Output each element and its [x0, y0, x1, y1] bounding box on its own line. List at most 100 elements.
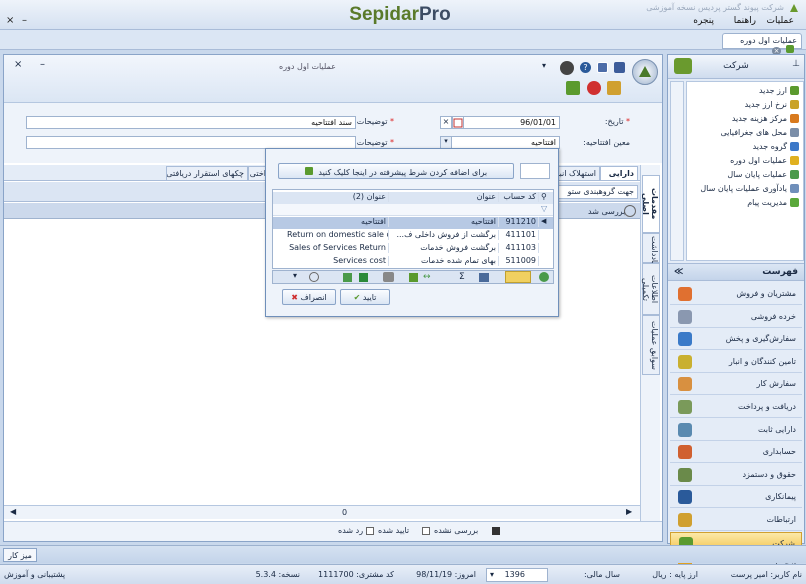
menu-operations[interactable]: عملیات [767, 16, 794, 26]
nav-item-label: سفارش‌گیری و پخش [725, 334, 796, 344]
doc-tab-opening-ops[interactable]: عملیات اول دوره × [722, 33, 802, 55]
tree-item[interactable]: یادآوری عملیات پایان سال [700, 182, 799, 195]
company-icon [674, 58, 692, 74]
tree-scrollbar[interactable] [670, 81, 684, 261]
export-icon[interactable] [343, 273, 352, 282]
nav-item-label: دریافت و پرداخت [738, 402, 796, 411]
layout-icon[interactable] [409, 273, 418, 282]
columns-icon[interactable] [479, 273, 489, 282]
nav-item[interactable]: حقوق و دستمزد [670, 464, 802, 486]
tab-assets[interactable]: دارایی [600, 166, 638, 181]
col-account-code[interactable]: کد حساب [501, 192, 539, 202]
nav-item[interactable]: خرده فروشی [670, 306, 802, 328]
menu-window[interactable]: پنجره [693, 16, 714, 26]
ok-button[interactable]: تایید ✔ [340, 289, 390, 305]
index-bar[interactable]: فهرست ≫ [668, 263, 804, 281]
tree-item[interactable]: مرکز هزینه جدید [732, 112, 799, 125]
close-app-icon[interactable]: × [6, 15, 14, 26]
nav-item[interactable]: دریافت و پرداخت [670, 396, 802, 418]
delete-icon[interactable] [587, 81, 601, 95]
confirm-icon[interactable] [566, 81, 580, 95]
side-tab-extra-info[interactable]: اطلاعات تکمیلی [641, 263, 660, 315]
nav-item[interactable]: حسابداری [670, 441, 802, 464]
lookup-row[interactable]: 511009 بهای تمام شده خدمات Services cost [273, 256, 553, 268]
fiscal-dropdown-icon: ▾ [490, 570, 495, 579]
nav-item[interactable]: دارایی ثابت [670, 419, 802, 441]
lookup-search-field[interactable] [520, 163, 550, 179]
lookup-row[interactable]: 411101 برگشت از فروش داخلی ف... Return o… [273, 230, 553, 242]
save-as-icon[interactable] [597, 62, 608, 73]
new-icon[interactable] [607, 81, 621, 95]
menu-help[interactable]: راهنما [734, 16, 756, 26]
app-title: شرکت پیوند گستر پردیس نسخه آموزشی [646, 3, 784, 12]
tree-item[interactable]: عملیات پایان سال [727, 168, 799, 181]
nav-item[interactable]: سفارش‌گیری و پخش [670, 328, 802, 351]
row-title: برگشت از فروش داخلی ف... [391, 230, 499, 240]
col-title[interactable]: عنوان [391, 192, 499, 202]
footer-scroll-left-icon[interactable]: ◀ [10, 507, 16, 516]
rejected-checkbox[interactable] [366, 527, 374, 535]
grid-search-icon[interactable] [624, 205, 636, 217]
pin-icon[interactable]: ⊥ [792, 59, 800, 69]
close-doc-icon[interactable]: × [14, 59, 22, 70]
tree-item[interactable]: نرخ ارز جدید [745, 98, 799, 111]
nav-item-label: سفارش کار [756, 379, 796, 389]
col-title2[interactable]: عنوان (2) [285, 192, 389, 202]
side-tab-history[interactable]: سوابق عملیات [642, 315, 660, 375]
excel-icon[interactable] [359, 273, 368, 282]
advanced-filter-button[interactable]: برای اضافه کردن شرط پیشرفته در اینجا کلی… [278, 163, 514, 179]
nav-item[interactable]: مشتریان و فروش [670, 283, 802, 305]
nav-item[interactable]: تامین کنندگان و انبار [670, 351, 802, 373]
fiscal-year-value: 1396 [504, 570, 525, 579]
calendar-icon[interactable] [452, 116, 464, 129]
lookup-filter-row[interactable]: ▽ [273, 204, 553, 216]
arrows-icon[interactable]: ↔ [423, 272, 431, 282]
side-tab-notes[interactable]: یادداشت [642, 233, 660, 265]
sum-icon[interactable]: Σ [459, 272, 465, 282]
tree-item[interactable]: مدیریت پیام [747, 196, 799, 209]
side-tab-main[interactable]: مقدمات اصلی [641, 175, 660, 233]
nav-item[interactable]: پیمانکاری [670, 486, 802, 509]
check-icon: ✔ [353, 293, 361, 302]
nav-item-label: تامین کنندگان و انبار [728, 356, 796, 366]
tree-item[interactable]: ارز جدید [759, 84, 799, 97]
nav-item-icon [678, 400, 692, 414]
help-icon[interactable]: ? [580, 62, 591, 73]
nav-item-label: خرده فروشی [750, 311, 796, 321]
lookup-row[interactable]: 911210 افتتاحیه افتتاحیه ◀ [273, 217, 553, 229]
save-icon[interactable] [614, 62, 625, 73]
dropdown-icon[interactable]: ▾ [542, 61, 556, 73]
toolbar-dropdown-icon[interactable]: ▾ [293, 271, 297, 280]
tree-item[interactable]: محل های جغرافیایی [720, 126, 799, 139]
lookup-row[interactable]: 411103 برگشت فروش خدمات Sales of Service… [273, 243, 553, 255]
nav-item[interactable]: سفارش کار [670, 373, 802, 396]
filter-toggle-icon[interactable] [505, 271, 531, 283]
collapse-icon[interactable]: ≫ [674, 267, 683, 277]
tree-item[interactable]: گروه جدید [753, 140, 799, 153]
minimize-app-icon[interactable]: – [22, 15, 27, 26]
right-panel-title: شرکت [723, 61, 749, 71]
nav-item[interactable]: ارتباطات [670, 509, 802, 531]
not-reviewed-checkbox[interactable] [492, 527, 500, 535]
nav-item-label: پیمانکاری [765, 492, 796, 502]
print-icon[interactable] [383, 272, 394, 282]
fiscal-year-select[interactable]: ▾ 1396 [486, 568, 548, 582]
cancel-button[interactable]: انصراف ✖ [282, 289, 336, 305]
col-reviewed[interactable]: بررسی شد [588, 207, 625, 216]
nav-item-icon [678, 467, 692, 482]
refresh-icon[interactable] [539, 272, 549, 282]
tab-received-cheques[interactable]: چکهای استقرار دریافتی [166, 166, 248, 181]
desktop-button[interactable]: میز کار [3, 548, 37, 562]
settings-icon[interactable] [309, 272, 319, 282]
description-field[interactable]: سند افتتاحیه [26, 116, 356, 129]
lookup-table-search-icon[interactable]: ⚲ [539, 192, 553, 202]
support-link[interactable]: پشتیبانی و آموزش [4, 570, 65, 579]
approved-checkbox[interactable] [422, 527, 430, 535]
clock-icon[interactable] [560, 61, 574, 75]
minimize-doc-icon[interactable]: – [40, 59, 45, 70]
logo-orb-icon [639, 66, 651, 77]
tree-item[interactable]: عملیات اول دوره [730, 154, 799, 167]
document-menu-button[interactable] [632, 59, 658, 85]
footer-scroll-right-icon[interactable]: ▶ [626, 507, 632, 516]
clear-date-icon[interactable]: × [440, 116, 452, 129]
